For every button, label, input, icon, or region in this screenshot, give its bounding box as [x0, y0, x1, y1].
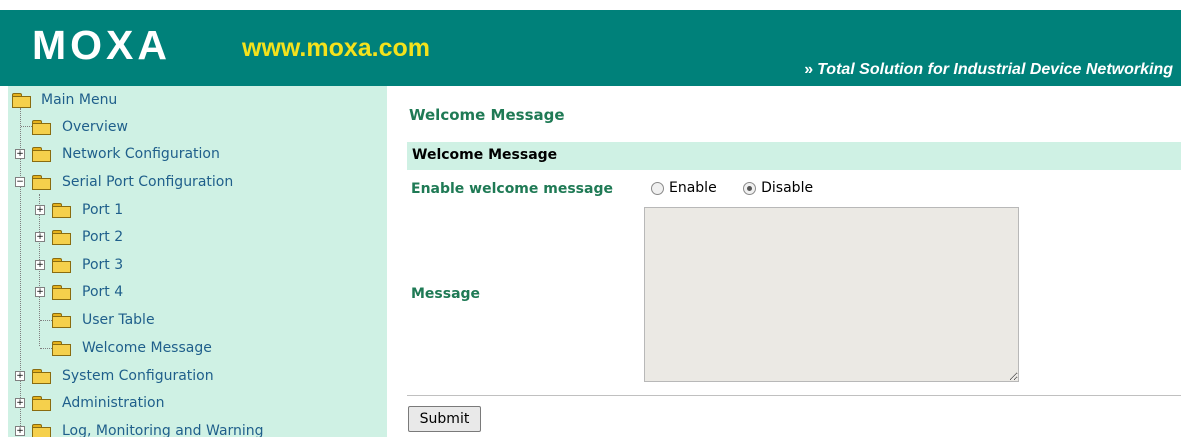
collapse-minus-icon[interactable]: − [15, 177, 25, 187]
expand-plus-icon[interactable]: + [35, 205, 45, 215]
page-title: Welcome Message [409, 106, 565, 124]
folder-icon [32, 396, 51, 411]
expand-plus-icon[interactable]: + [15, 398, 25, 408]
radio-disable[interactable] [743, 181, 757, 195]
logo-area: MOXA www.moxa.com [8, 10, 445, 86]
sidebar-menu: Main Menu Overview + Network Configurati… [8, 86, 387, 437]
folder-icon [32, 424, 51, 437]
expand-plus-icon[interactable]: + [35, 232, 45, 242]
folder-icon [32, 369, 51, 384]
tagline-text: Total Solution for Industrial Device Net… [817, 61, 1173, 78]
folder-icon [52, 313, 71, 328]
header: MOXA www.moxa.com » Total Solution for In… [0, 0, 1181, 86]
double-chevron-right-icon: » [804, 61, 813, 78]
expand-plus-icon[interactable]: + [35, 260, 45, 270]
divider [407, 395, 1181, 396]
folder-icon [52, 203, 71, 218]
folder-icon [52, 258, 71, 273]
message-textarea[interactable] [644, 207, 1019, 382]
enable-radio-group: Enable Disable [651, 180, 835, 202]
radio-enable-label[interactable]: Enable [669, 180, 717, 196]
tagline: » Total Solution for Industrial Device Ne… [804, 57, 1173, 83]
submit-button[interactable]: Submit [408, 406, 481, 432]
folder-icon [52, 230, 71, 245]
moxa-url[interactable]: www.moxa.com [242, 30, 430, 66]
expand-plus-icon[interactable]: + [15, 426, 25, 436]
folder-icon [32, 147, 51, 162]
radio-disable-label[interactable]: Disable [761, 180, 813, 196]
section-header-label: Welcome Message [412, 147, 558, 163]
open-folder-icon [32, 175, 51, 190]
open-folder-icon [12, 93, 31, 108]
folder-icon [32, 120, 51, 135]
expand-plus-icon[interactable]: + [35, 287, 45, 297]
expand-plus-icon[interactable]: + [15, 371, 25, 381]
radio-enable[interactable] [651, 181, 664, 195]
moxa-logo: MOXA [32, 22, 171, 68]
section-header: Welcome Message [407, 142, 1181, 170]
message-label: Message [411, 286, 481, 302]
folder-icon [52, 285, 71, 300]
expand-plus-icon[interactable]: + [15, 149, 25, 159]
enable-welcome-message-label: Enable welcome message [411, 181, 613, 197]
folder-icon [52, 341, 71, 356]
main-content: Welcome Message Welcome Message Enable w… [387, 86, 1181, 437]
